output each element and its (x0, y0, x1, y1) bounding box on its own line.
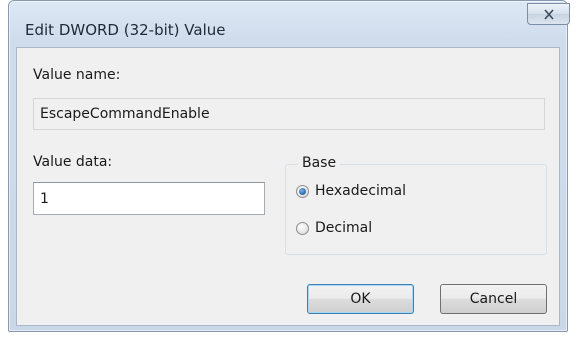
edit-dword-dialog: Edit DWORD (32-bit) Value Value name: Es… (8, 0, 570, 332)
title-bar[interactable]: Edit DWORD (32-bit) Value (9, 1, 570, 47)
value-data-label: Value data: (33, 154, 113, 170)
radio-decimal-label: Decimal (315, 220, 373, 236)
value-name-field: EscapeCommandEnable (33, 98, 545, 130)
base-legend: Base (298, 155, 341, 171)
radio-button-selected-icon[interactable] (296, 184, 309, 198)
cancel-button[interactable]: Cancel (440, 284, 547, 314)
window-title: Edit DWORD (32-bit) Value (25, 21, 226, 39)
value-name-label: Value name: (33, 67, 121, 83)
radio-decimal[interactable]: Decimal (296, 220, 372, 236)
radio-button-unselected-icon[interactable] (296, 221, 309, 235)
close-button[interactable] (527, 3, 570, 25)
value-data-input[interactable] (33, 182, 265, 215)
ok-button[interactable]: OK (307, 284, 414, 314)
radio-hexadecimal[interactable]: Hexadecimal (296, 183, 406, 199)
close-x-icon (543, 8, 554, 20)
dialog-body: Value name: EscapeCommandEnable Value da… (16, 47, 560, 326)
radio-hexadecimal-label: Hexadecimal (315, 183, 406, 199)
base-groupbox: Base Hexadecimal Decimal (285, 155, 547, 255)
